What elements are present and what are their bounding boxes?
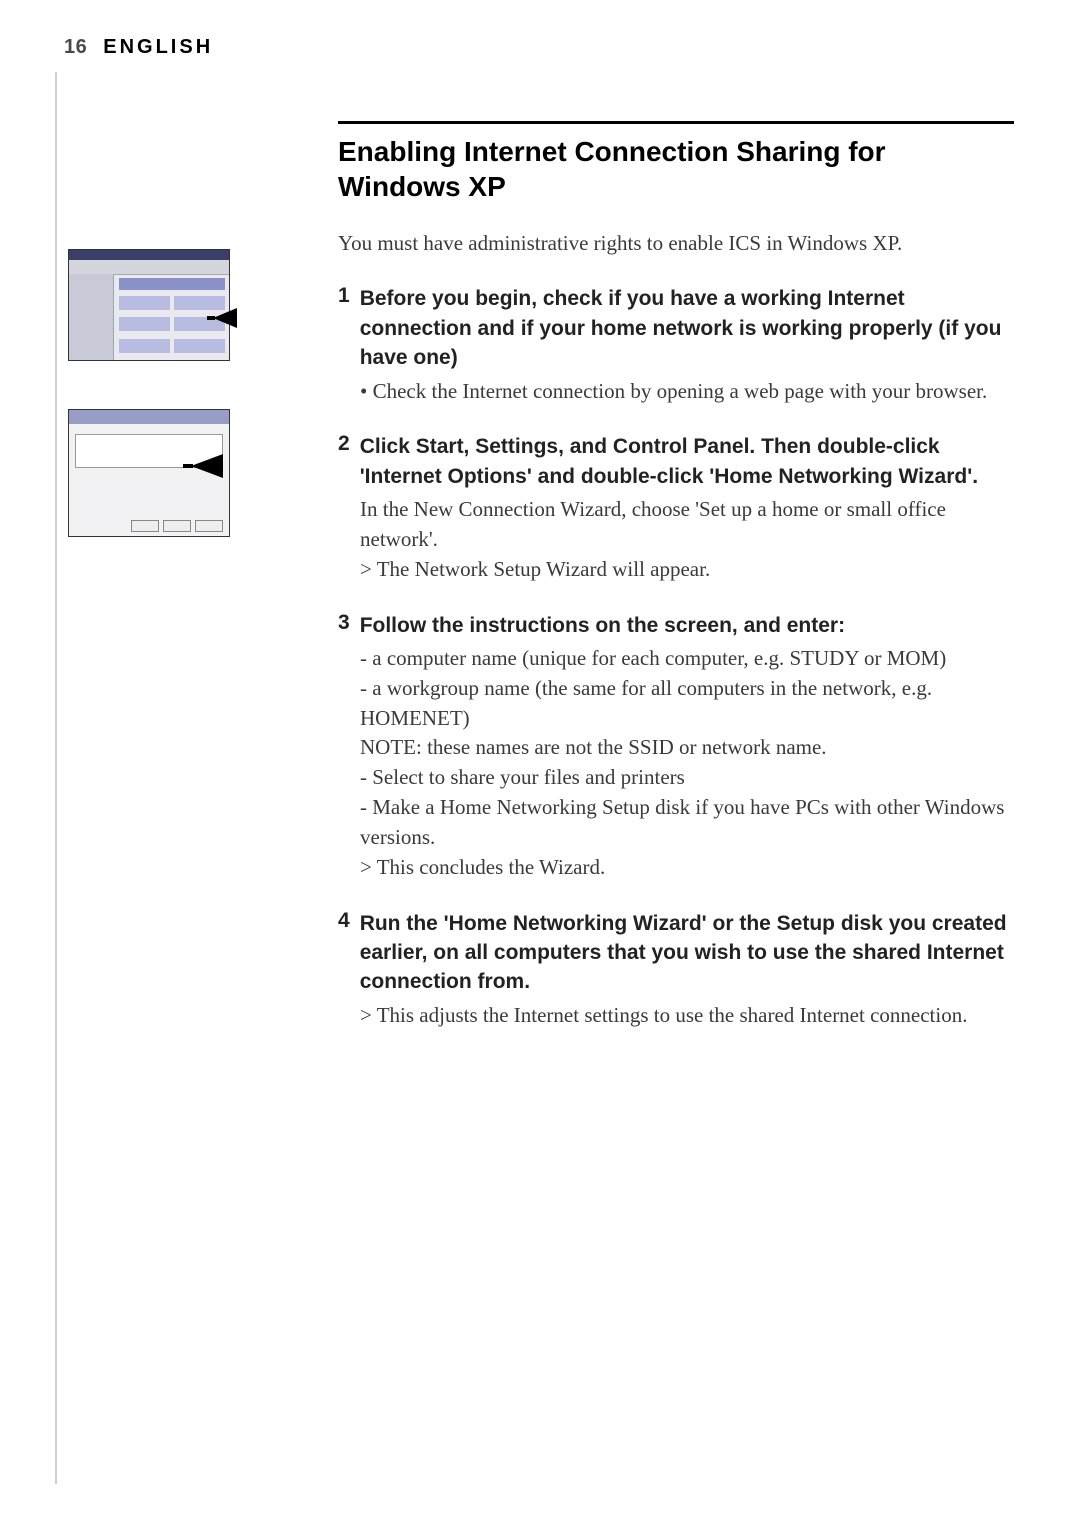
step-3: 3 Follow the instructions on the screen,… [338,611,1014,883]
step-title: Follow the instructions on the screen, a… [360,611,845,640]
tile [119,339,170,353]
step-heading: 3 Follow the instructions on the screen,… [338,611,1014,640]
figure-column [64,121,278,1057]
pointer-arrow-icon [207,308,237,328]
content-columns: Enabling Internet Connection Sharing for… [64,121,1024,1057]
wizard-titlebar [69,410,229,424]
figure-network-wizard [68,409,230,537]
tile [119,317,170,331]
step-heading: 2 Click Start, Settings, and Control Pan… [338,432,1014,491]
step-heading: 1 Before you begin, check if you have a … [338,284,1014,372]
vertical-rule [55,72,57,1484]
window-sidepanel [69,274,114,360]
figure-control-panel [68,249,230,361]
wizard-buttons [75,520,223,532]
step-line: NOTE: these names are not the SSID or ne… [360,733,1014,763]
step-title: Before you begin, check if you have a wo… [360,284,1014,372]
step-body: • Check the Internet connection by openi… [338,377,1014,407]
step-1: 1 Before you begin, check if you have a … [338,284,1014,406]
window-titlebar [69,250,229,260]
step-line: - a workgroup name (the same for all com… [360,674,1014,734]
step-4: 4 Run the 'Home Networking Wizard' or th… [338,909,1014,1031]
tile [119,296,170,310]
step-line: • Check the Internet connection by openi… [360,377,1014,407]
section-rule [338,121,1014,124]
category-heading [119,278,225,290]
step-line: > The Network Setup Wizard will appear. [360,555,1014,585]
step-line: - a computer name (unique for each compu… [360,644,1014,674]
lead-paragraph: You must have administrative rights to e… [338,228,1014,258]
step-body: > This adjusts the Internet settings to … [338,1001,1014,1031]
page-number: 16 [64,36,87,59]
step-number: 1 [338,284,350,372]
step-line: - Select to share your files and printer… [360,763,1014,793]
step-2: 2 Click Start, Settings, and Control Pan… [338,432,1014,584]
tile [174,339,225,353]
step-title: Run the 'Home Networking Wizard' or the … [360,909,1014,997]
section-title: Enabling Internet Connection Sharing for… [338,134,1014,204]
wizard-button [195,520,223,532]
step-line: > This adjusts the Internet settings to … [360,1001,1014,1031]
pointer-arrow-icon [183,454,223,478]
language-label: ENGLISH [103,36,213,59]
wizard-button [163,520,191,532]
step-number: 4 [338,909,350,997]
step-number: 3 [338,611,350,640]
step-title: Click Start, Settings, and Control Panel… [360,432,1014,491]
running-header: 16 ENGLISH [64,36,1024,59]
window-toolbar [69,260,229,275]
step-body: - a computer name (unique for each compu… [338,644,1014,883]
page: 16 ENGLISH [0,0,1080,1526]
step-heading: 4 Run the 'Home Networking Wizard' or th… [338,909,1014,997]
text-column: Enabling Internet Connection Sharing for… [278,121,1024,1057]
step-line: > This concludes the Wizard. [360,853,1014,883]
step-line: - Make a Home Networking Setup disk if y… [360,793,1014,853]
step-number: 2 [338,432,350,491]
step-line: In the New Connection Wizard, choose 'Se… [360,495,1014,555]
wizard-button [131,520,159,532]
step-body: In the New Connection Wizard, choose 'Se… [338,495,1014,584]
